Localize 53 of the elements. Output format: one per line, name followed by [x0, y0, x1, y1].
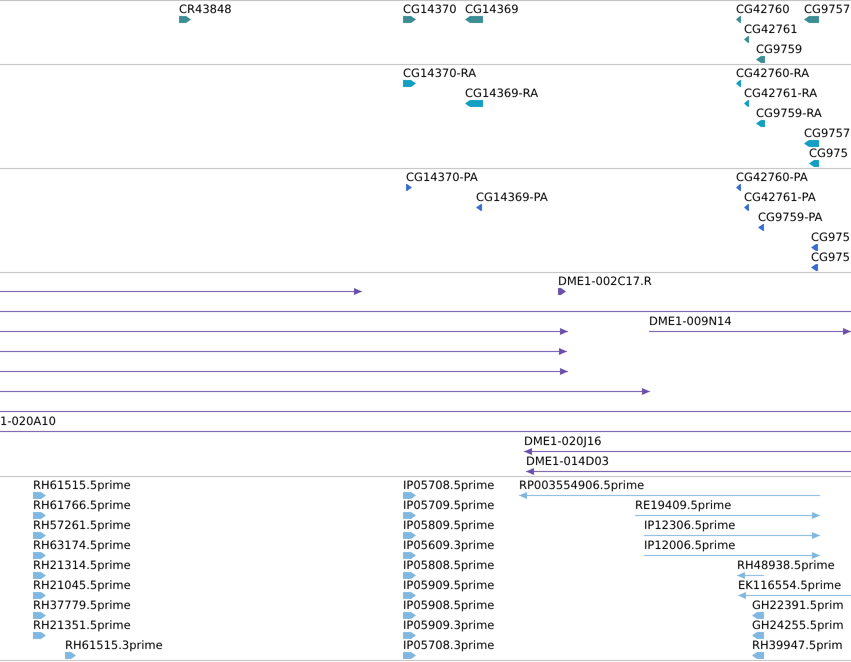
feature-label: CR43848: [179, 2, 232, 16]
feature-label: CG14370-RA: [403, 66, 476, 80]
feature-label: RP003554906.5prime: [519, 478, 644, 492]
feature-label: RH61515.5prime: [33, 478, 131, 492]
feature-label: IP12006.5prime: [644, 538, 736, 552]
feature-label: RH61766.5prime: [33, 498, 131, 512]
feature-label: CG14370: [403, 2, 457, 16]
feature-label: GH24255.5prim: [752, 618, 844, 632]
feature-label: 1-020A10: [0, 414, 56, 428]
feature-label: CG14369-RA: [465, 86, 538, 100]
feature-label: CG9759-PA: [758, 210, 822, 224]
feature-label: IP12306.5prime: [644, 518, 736, 532]
feature-label: GH22391.5prim: [752, 598, 844, 612]
feature-label: CG9757: [804, 126, 850, 140]
feature-label: CG42761-PA: [744, 190, 816, 204]
feature-label: DME1-009N14: [649, 314, 732, 328]
feature-label: IP05909.3prime: [403, 618, 494, 632]
feature-label: CG14369-PA: [476, 190, 548, 204]
feature-label: EK116554.5prime: [738, 578, 842, 592]
feature-label: CG14369: [465, 2, 519, 16]
feature-label: CG14370-PA: [406, 170, 478, 184]
feature-label: CG42761: [744, 22, 798, 36]
feature-label: RE19409.5prime: [635, 498, 732, 512]
feature-label: IP05809.5prime: [403, 518, 494, 532]
feature-label: RH61515.3prime: [65, 638, 163, 652]
feature-label: IP05709.5prime: [403, 498, 494, 512]
feature-label: IP05708.5prime: [403, 478, 494, 492]
feature-label: CG975: [811, 230, 850, 244]
feature-label: DME1-002C17.R: [558, 274, 652, 288]
feature-label: CG42760-PA: [736, 170, 808, 184]
feature-label: CG42760-RA: [736, 66, 810, 80]
feature-label: IP05908.5prime: [403, 598, 494, 612]
feature-label: RH21314.5prime: [33, 558, 131, 572]
feature-label: RH21351.5prime: [33, 618, 131, 632]
feature-label: CG975: [809, 146, 848, 160]
feature-label: RH37779.5prime: [33, 598, 131, 612]
feature-label: IP05708.3prime: [403, 638, 494, 652]
feature-label: RH39947.5prim: [752, 638, 843, 652]
feature-label: IP05909.5prime: [403, 578, 494, 592]
feature-label: CG9759-RA: [756, 106, 822, 120]
feature-label: CG42761-RA: [744, 86, 818, 100]
feature-label: DME1-020J16: [524, 434, 602, 448]
feature-label: CG9759: [756, 42, 802, 56]
feature-label: DME1-014D03: [526, 454, 609, 468]
feature-label: IP05808.5prime: [403, 558, 494, 572]
feature-label: IP05609.3prime: [403, 538, 494, 552]
feature-label: CG975: [811, 250, 850, 264]
feature-label: RH63174.5prime: [33, 538, 131, 552]
feature-label: RH48938.5prime: [737, 558, 835, 572]
feature-label: RH57261.5prime: [33, 518, 131, 532]
feature-label: CG9757: [804, 2, 850, 16]
feature-label: CG42760: [736, 2, 790, 16]
feature-label: RH21045.5prime: [33, 578, 131, 592]
